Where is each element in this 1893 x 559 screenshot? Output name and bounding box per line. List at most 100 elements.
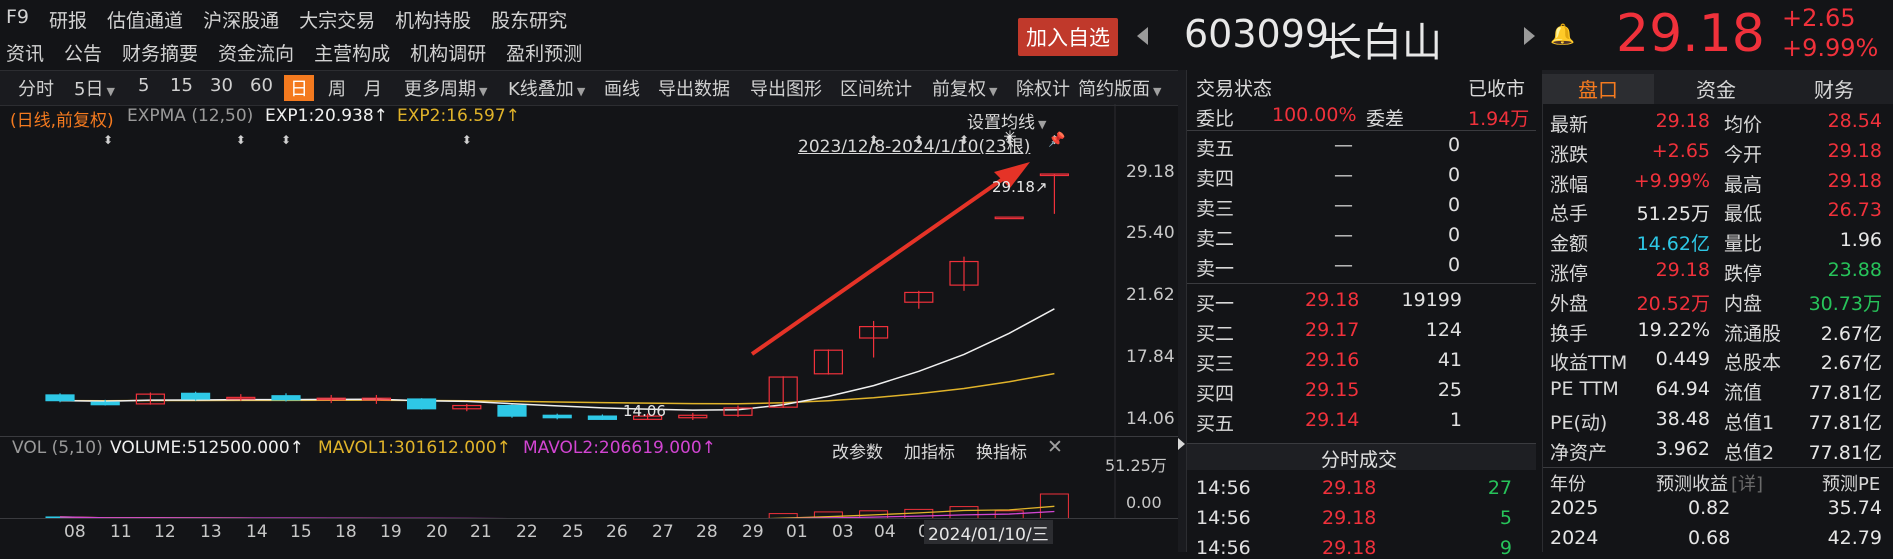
quote-value: 2.67亿 <box>1820 322 1882 345</box>
vol-y-tick: 51.25万 <box>1105 456 1167 475</box>
y-tick: 21.62 <box>1126 285 1175 305</box>
tab-pankou[interactable]: 盘口 <box>1542 74 1654 104</box>
menu-item[interactable]: 主营构成 <box>314 39 390 66</box>
event-marker-icon: ⬍ <box>236 133 246 147</box>
last-price: 29.18 <box>1616 4 1765 64</box>
export-image-button[interactable]: 导出图形 <box>750 75 822 101</box>
period-30min[interactable]: 30 <box>210 75 233 96</box>
switch-indicator-button[interactable]: 换指标 <box>976 438 1027 463</box>
tab-funds[interactable]: 资金 <box>1660 74 1772 103</box>
quote-value: 23.88 <box>1827 259 1882 281</box>
export-data-button[interactable]: 导出数据 <box>658 75 730 101</box>
add-to-watchlist-button[interactable]: 加入自选 <box>1018 18 1118 56</box>
ex-rights-button[interactable]: 除权计 <box>1016 75 1070 101</box>
quote-value: 29.18 <box>1655 259 1710 281</box>
quote-label: 总值1 <box>1724 412 1775 434</box>
forecast-eps: 0.68 <box>1688 527 1731 549</box>
quote-label: 流值 <box>1724 382 1763 405</box>
menu-item[interactable]: 资讯 <box>6 39 44 66</box>
range-stats-button[interactable]: 区间统计 <box>840 75 912 101</box>
menu-item[interactable]: 机构持股 <box>395 6 471 33</box>
mavol1-value: MAVOL1:301612.000↑ <box>318 438 511 458</box>
level-label: 卖一 <box>1196 258 1235 280</box>
menu-item[interactable]: 盈利预测 <box>506 39 582 66</box>
menu-item[interactable]: 研报 <box>49 6 87 33</box>
period-5day[interactable]: 5日 ▼ <box>74 75 115 101</box>
more-periods-menu[interactable]: 更多周期 ▼ <box>404 75 487 101</box>
draw-line-button[interactable]: 画线 <box>604 75 640 101</box>
period-intraday[interactable]: 分时 <box>18 75 54 101</box>
period-15min[interactable]: 15 <box>170 75 193 96</box>
splitter[interactable] <box>1178 70 1186 552</box>
quote-label: 跌停 <box>1724 263 1763 285</box>
menu-item[interactable]: 财务摘要 <box>122 39 198 66</box>
chevron-down-icon: ▼ <box>1038 118 1047 131</box>
indicator-label: EXPMA (12,50) <box>127 106 254 126</box>
level-label: 卖二 <box>1196 228 1235 250</box>
quote-value: 38.48 <box>1655 408 1710 430</box>
level-price: — <box>1334 134 1353 156</box>
quote-label: 流通股 <box>1724 322 1782 345</box>
set-ma-button[interactable]: 设置均线 ▼ <box>967 108 1046 133</box>
kline-svg[interactable]: ⬍ ⬍ ⬍ ⬍ ⬍ ⬍ ⬍ ⬍ ⬍✳ <box>0 104 1178 552</box>
level-label: 卖五 <box>1196 138 1235 160</box>
menu-item[interactable]: 估值通道 <box>107 6 183 33</box>
menu-row-1: F9 研报 估值通道 沪深股通 大宗交易 机构持股 股东研究 <box>6 6 587 33</box>
chevron-down-icon: ▼ <box>106 85 115 98</box>
quote-label: 总股本 <box>1724 352 1782 375</box>
simple-layout-menu[interactable]: 简约版面 ▼ <box>1078 75 1161 101</box>
edit-params-button[interactable]: 改参数 <box>832 438 883 463</box>
x-tick: 03 <box>832 522 854 542</box>
close-icon[interactable]: ✕ <box>1047 436 1063 458</box>
wc-label: 委差 <box>1366 108 1405 130</box>
menu-item[interactable]: 资金流向 <box>218 39 294 66</box>
menu-item[interactable]: F9 <box>6 6 29 33</box>
period-week[interactable]: 周 <box>328 75 346 101</box>
next-stock-icon[interactable] <box>1524 27 1535 45</box>
tab-finance[interactable]: 财务 <box>1778 74 1890 103</box>
wb-value: 100.00% <box>1272 104 1357 126</box>
collapse-arrow-icon[interactable] <box>1178 438 1185 450</box>
menu-item[interactable]: 沪深股通 <box>203 6 279 33</box>
exp1-label: EXP1:20.938↑ <box>265 106 388 126</box>
forecast-eps-header: 预测收益 <box>1656 474 1728 495</box>
quote-value: +9.99% <box>1633 169 1710 192</box>
tick-price: 29.18 <box>1322 477 1377 499</box>
quote-label: 收益TTM <box>1550 352 1628 375</box>
candle-body <box>407 398 437 410</box>
quote-label: 今开 <box>1724 143 1763 166</box>
menu-item[interactable]: 股东研究 <box>491 6 567 33</box>
menu-item[interactable]: 公告 <box>64 39 102 66</box>
stock-code: 603099 <box>1184 12 1330 56</box>
alert-bell-icon[interactable]: 🔔 <box>1550 22 1575 46</box>
forecast-detail-link[interactable]: [详] <box>1731 470 1763 496</box>
menu-item[interactable]: 机构调研 <box>410 39 486 66</box>
candle-body <box>271 395 301 401</box>
adjust-mode-menu[interactable]: 前复权 ▼ <box>932 75 997 101</box>
period-day[interactable]: 日 <box>284 75 314 101</box>
period-60min[interactable]: 60 <box>250 75 273 96</box>
quote-label: 内盘 <box>1724 292 1763 315</box>
menu-item[interactable]: 大宗交易 <box>299 6 375 33</box>
pin-icon[interactable]: 📌 <box>1048 132 1065 148</box>
quote-value: 77.81亿 <box>1808 382 1882 405</box>
period-month[interactable]: 月 <box>364 75 382 101</box>
quote-label: 外盘 <box>1550 292 1589 315</box>
period-5min[interactable]: 5 <box>138 75 149 96</box>
prev-stock-icon[interactable] <box>1137 27 1148 45</box>
quote-label: 最低 <box>1724 203 1763 226</box>
range-label[interactable]: 2023/12/8-2024/1/10(23根) <box>798 132 1030 157</box>
level-price: — <box>1334 224 1353 246</box>
kline-overlay-menu[interactable]: K线叠加 ▼ <box>508 75 585 101</box>
tick-volume: 27 <box>1487 477 1512 499</box>
quote-label: PE(动) <box>1550 412 1608 434</box>
y-tick: 29.18 <box>1126 162 1175 182</box>
chevron-down-icon: ▼ <box>479 85 488 98</box>
quote-value: 26.73 <box>1827 199 1882 222</box>
chart-toolbar: 分时 5日 ▼ 5 15 30 60 日 周 月 更多周期 ▼ K线叠加 ▼ 画线 导… <box>0 70 1178 106</box>
forecast-pe: 42.79 <box>1827 527 1882 549</box>
chevron-down-icon: ▼ <box>1153 85 1162 98</box>
add-indicator-button[interactable]: 加指标 <box>904 438 955 463</box>
level-label: 买三 <box>1196 353 1235 375</box>
candle-body <box>542 414 572 419</box>
